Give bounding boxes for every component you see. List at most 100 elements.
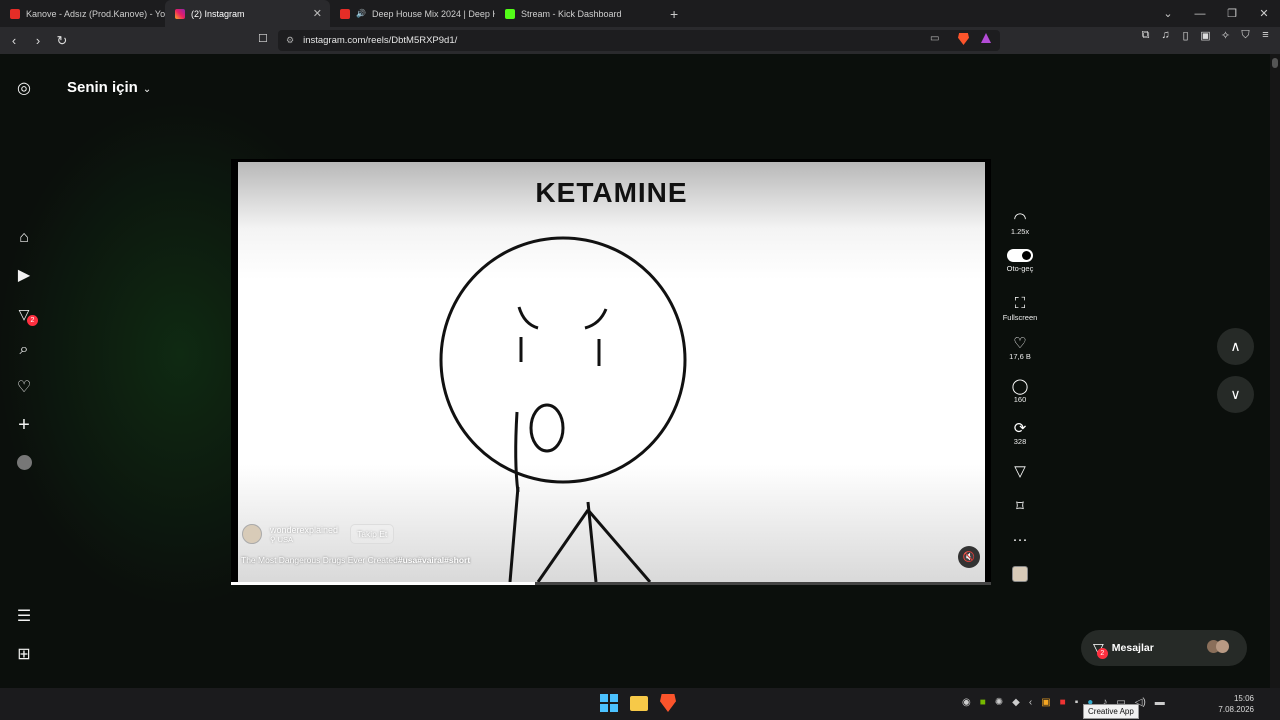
audio-avatar	[1012, 566, 1028, 582]
messages-button[interactable]: ▽ 2 Mesajlar	[1081, 630, 1247, 666]
home-icon[interactable]: ⌂	[14, 228, 34, 248]
address-toolbar: ‹ › ↻ ☐ ⚙ instagram.com/reels/DbtM5RXP9d…	[0, 27, 1280, 54]
playback-speed-button[interactable]: ◠ 1.25x	[998, 209, 1042, 236]
url-text: instagram.com/reels/DbtM5RXP9d1/	[303, 35, 458, 46]
tab-list-icon[interactable]: ⌄	[1152, 7, 1184, 20]
direct-messages-icon[interactable]: ▽ 2	[14, 304, 38, 326]
messages-label: Mesajlar	[1111, 642, 1154, 654]
reel-owner: wonderexplained ⚲ USA Takip Et	[242, 524, 395, 544]
share-button[interactable]: ▽	[998, 462, 1042, 480]
clock-date: 7.08.2026	[1218, 705, 1254, 714]
site-info-icon[interactable]: ⚙	[286, 35, 294, 46]
repost-count: 328	[1013, 437, 1027, 446]
bookmark-icon[interactable]: ☐	[258, 32, 268, 45]
more-menu-icon[interactable]: ☰	[14, 606, 34, 626]
speaker-icon[interactable]: 🔊	[356, 9, 366, 18]
extensions-icon[interactable]: ⧉	[1139, 29, 1152, 42]
tab-youtube-deep-house[interactable]: 🔊 Deep House Mix 2024 | Deep Ho	[330, 0, 495, 27]
playback-speed-label: 1.25x	[1010, 227, 1030, 236]
figure-right-brow	[584, 308, 608, 330]
sidebar-icon[interactable]: ▯	[1179, 29, 1192, 42]
more-dots-icon: ···	[1012, 531, 1028, 548]
chevron-left-icon[interactable]: ‹	[1029, 697, 1032, 708]
feed-selector[interactable]: Senin için ⌄	[67, 79, 151, 96]
instagram-icon	[175, 8, 185, 19]
caption-text: The Most Dangerous Drugs Ever Created	[241, 555, 398, 565]
comment-button[interactable]: ◯ 160	[998, 377, 1042, 404]
tray-app-icon[interactable]: ✺	[995, 697, 1003, 708]
maximize-button[interactable]: ❐	[1216, 7, 1248, 20]
minimize-button[interactable]: —	[1184, 8, 1216, 20]
brave-rewards-icon[interactable]	[981, 33, 991, 43]
leo-ai-icon[interactable]: ✧	[1219, 29, 1232, 42]
also-from-meta-icon[interactable]: ⊞	[14, 644, 34, 664]
tray-app-icon[interactable]: ◉	[962, 697, 971, 708]
caption-hashtags[interactable]: #usa#vairal#short	[398, 555, 470, 565]
nvidia-icon[interactable]: ■	[980, 697, 986, 708]
instagram-page: ◎ ⌂ ▶ ▽ 2 ⌕ ♡ + ☰ ⊞ Senin için ⌄ KETAMINE	[0, 54, 1280, 688]
owner-avatar[interactable]	[242, 524, 262, 544]
autoplay-label: Oto-geç	[1006, 264, 1034, 273]
location-pin-icon: ⚲	[270, 534, 276, 544]
profile-avatar[interactable]	[14, 452, 34, 472]
reels-icon[interactable]: ▶	[14, 265, 34, 285]
owner-username[interactable]: wonderexplained	[270, 525, 338, 535]
music-icon[interactable]: ♫	[1159, 29, 1172, 42]
like-button[interactable]: ♡ 17,6 B	[998, 334, 1042, 361]
close-tab-icon[interactable]: ✕	[313, 7, 322, 20]
fullscreen-button[interactable]: ⛶ Fullscreen	[998, 295, 1042, 322]
creative-app-icon[interactable]: ▣	[1041, 697, 1050, 708]
menu-icon[interactable]: ≡	[1259, 29, 1272, 42]
taskbar-apps	[600, 694, 676, 712]
instagram-logo-icon[interactable]: ◎	[14, 78, 34, 98]
stick-figure-drawing	[439, 236, 687, 582]
previous-reel-button[interactable]: ∧	[1217, 328, 1254, 365]
feed-title: Senin için	[67, 79, 138, 96]
cast-icon[interactable]: ▭	[930, 33, 939, 44]
back-button[interactable]: ‹	[4, 33, 24, 48]
figure-cheek-line	[514, 411, 520, 493]
vpn-icon[interactable]: ⛉	[1239, 29, 1252, 42]
reload-button[interactable]: ↻	[52, 33, 72, 49]
tab-title: Kanove - Adsız (Prod.Kanove) - YouTu	[26, 8, 165, 19]
repost-button[interactable]: ⟳ 328	[998, 419, 1042, 446]
mute-toggle-icon[interactable]: 🔇	[958, 546, 980, 568]
search-icon[interactable]: ⌕	[14, 340, 34, 360]
discord-icon[interactable]: ◆	[1012, 697, 1020, 708]
direct-messages-icon: ▽ 2	[1093, 640, 1108, 659]
close-window-button[interactable]: ✕	[1248, 7, 1280, 20]
tab-youtube-kanove[interactable]: Kanove - Adsız (Prod.Kanove) - YouTu	[0, 0, 165, 27]
heart-icon[interactable]: ♡	[14, 377, 34, 397]
next-reel-button[interactable]: ∨	[1217, 376, 1254, 413]
start-button[interactable]	[600, 694, 618, 712]
scrollbar-thumb[interactable]	[1272, 58, 1278, 68]
more-options-button[interactable]: ···	[998, 531, 1042, 548]
save-button[interactable]: ⌑	[998, 497, 1042, 515]
reel-video[interactable]: KETAMINE wonderexplained ⚲ USA Takip Et …	[238, 162, 985, 582]
tab-instagram[interactable]: (2) Instagram ✕	[165, 0, 330, 27]
tab-kick-dashboard[interactable]: Stream - Kick Dashboard	[495, 0, 660, 27]
window-controls: ⌄ — ❐ ✕	[1152, 0, 1280, 27]
new-tab-button[interactable]: +	[660, 6, 688, 22]
page-scrollbar[interactable]	[1270, 54, 1280, 688]
forward-button[interactable]: ›	[28, 33, 48, 48]
follow-button[interactable]: Takip Et	[350, 524, 395, 544]
taskbar-clock[interactable]: 15:06 7.08.2026	[1218, 693, 1254, 715]
tray-app-icon[interactable]: ▪	[1075, 697, 1079, 708]
create-icon[interactable]: +	[14, 414, 34, 436]
brave-browser-icon[interactable]	[660, 694, 676, 712]
send-icon: ▽	[1014, 463, 1026, 480]
heart-icon: ♡	[1013, 335, 1027, 352]
video-progress-bar[interactable]	[231, 582, 991, 585]
file-explorer-icon[interactable]	[630, 696, 648, 711]
owner-location[interactable]: ⚲ USA	[270, 535, 338, 544]
tray-app-icon[interactable]: ■	[1060, 697, 1066, 708]
audio-track-button[interactable]	[998, 566, 1042, 582]
autoplay-toggle[interactable]: Oto-geç	[998, 249, 1042, 273]
battery-icon[interactable]: ▬	[1155, 697, 1165, 708]
wallet-icon[interactable]: ▣	[1199, 29, 1212, 42]
url-bar[interactable]: ⚙ instagram.com/reels/DbtM5RXP9d1/	[278, 30, 1000, 51]
repost-icon: ⟳	[1013, 420, 1027, 437]
reel-player[interactable]: KETAMINE wonderexplained ⚲ USA Takip Et …	[231, 159, 991, 585]
clock-time: 15:06	[1233, 694, 1254, 703]
